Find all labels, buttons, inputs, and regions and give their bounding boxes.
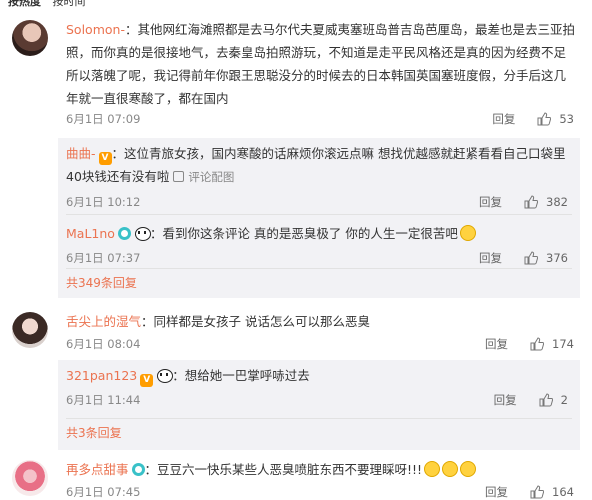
reply-item: 321pan123 V ：想给她一巴掌呼哧过去 6月1日 11:44 回复 2	[66, 364, 580, 414]
reply-text: ：看到你这条评论 真的是恶臭极了 你的人生一定很苦吧	[149, 226, 458, 241]
reply-actions: 回复 376	[479, 250, 568, 266]
reply-time: 6月1日 11:44	[66, 393, 141, 407]
kiss-emoji-icon	[460, 461, 477, 477]
comment-body: Solomon-：其他网红海滩照都是去马尔代夫夏威夷塞班岛普吉岛芭厘岛，最差也是…	[66, 18, 578, 110]
reply-body: 曲曲- V ：这位青旅女孩，国内寒酸的话麻烦你滚远点嘛 想找优越感就赶紧看看自己口袋…	[66, 142, 572, 189]
reply-item: MaL1no ：看到你这条评论 真的是恶臭极了 你的人生一定很苦吧 6月1日 07…	[66, 222, 580, 272]
username-link[interactable]: 曲曲-	[66, 146, 96, 161]
comment-body: 舌尖上的湿气：同样都是女孩子 说话怎么可以那么恶臭	[66, 310, 578, 333]
username-link[interactable]: MaL1no	[66, 226, 115, 241]
comment-time: 6月1日 07:45	[66, 485, 141, 499]
avatar[interactable]	[12, 312, 48, 348]
comment-actions: 回复 174	[485, 336, 574, 352]
vip-badge-icon: V	[98, 152, 112, 165]
like-count: 53	[559, 112, 574, 126]
reply-button[interactable]: 回复	[485, 336, 508, 352]
username-link[interactable]: 再多点甜事	[66, 462, 129, 477]
like-count: 164	[552, 485, 574, 499]
sort-time-tab[interactable]: 按时间	[53, 0, 86, 8]
reply-text: ：这位青旅女孩，国内寒酸的话麻烦你滚远点嘛 想找优越感就赶紧看看自己口袋里40块…	[66, 146, 566, 184]
verified-badge-icon	[131, 463, 145, 476]
comment-image-link[interactable]: 评论配图	[173, 170, 234, 184]
reply-button[interactable]: 回复	[479, 250, 502, 266]
thumbs-up-icon[interactable]	[537, 112, 552, 126]
reply-button[interactable]: 回复	[492, 111, 515, 127]
avatar[interactable]	[12, 460, 48, 496]
wink-emoji-icon	[442, 461, 459, 477]
more-replies-link[interactable]: 共3条回复	[66, 424, 122, 441]
comment-body: 再多点甜事 ：豆豆六一快乐某些人恶臭喷脏东西不要理睬呀!!!	[66, 458, 578, 481]
avatar[interactable]	[12, 20, 48, 56]
comment-text: ：豆豆六一快乐某些人恶臭喷脏东西不要理睬呀!!!	[144, 462, 423, 477]
comment-text: ：其他网红海滩照都是去马尔代夫夏威夷塞班岛普吉岛芭厘岛，最差也是去三亚拍照，而你…	[66, 22, 575, 106]
reply-item: 曲曲- V ：这位青旅女孩，国内寒酸的话麻烦你滚远点嘛 想找优越感就赶紧看看自己口袋…	[66, 142, 580, 210]
comment: 再多点甜事 ：豆豆六一快乐某些人恶臭喷脏东西不要理睬呀!!! 6月1日 07:45…	[0, 454, 592, 500]
smile-emoji-icon	[459, 225, 476, 241]
reply-button[interactable]: 回复	[494, 392, 517, 408]
panda-icon	[134, 226, 151, 241]
reply-box: 321pan123 V ：想给她一巴掌呼哧过去 6月1日 11:44 回复 2 共3…	[58, 360, 580, 450]
username-link[interactable]: Solomon-	[66, 22, 125, 37]
reply-body: MaL1no ：看到你这条评论 真的是恶臭极了 你的人生一定很苦吧	[66, 222, 572, 245]
username-link[interactable]: 321pan123	[66, 368, 137, 383]
sort-bar: 按热度 按时间	[8, 0, 94, 8]
comment-time: 6月1日 07:09	[66, 112, 141, 126]
like-count: 174	[552, 337, 574, 351]
divider	[66, 418, 572, 419]
divider	[66, 214, 572, 215]
thumbs-up-icon[interactable]	[524, 251, 539, 265]
divider	[66, 268, 572, 269]
reply-box: 曲曲- V ：这位青旅女孩，国内寒酸的话麻烦你滚远点嘛 想找优越感就赶紧看看自己口袋…	[58, 138, 580, 298]
thumbs-up-icon[interactable]	[530, 485, 545, 499]
reply-time: 6月1日 10:12	[66, 195, 141, 209]
like-count: 2	[560, 393, 568, 407]
grin-emoji-icon	[424, 461, 441, 477]
sort-hot-tab[interactable]: 按热度	[8, 0, 41, 8]
comment-actions: 回复 164	[485, 484, 574, 500]
comment-actions: 回复 53	[492, 111, 574, 127]
like-count: 376	[546, 251, 568, 265]
reply-actions: 回复 382	[479, 194, 568, 210]
reply-text: ：想给她一巴掌呼哧过去	[172, 368, 310, 383]
thumbs-up-icon[interactable]	[539, 393, 553, 407]
reply-button[interactable]: 回复	[479, 194, 502, 210]
comment-text: ：同样都是女孩子 说话怎么可以那么恶臭	[141, 314, 370, 329]
reply-body: 321pan123 V ：想给她一巴掌呼哧过去	[66, 364, 572, 387]
like-count: 382	[546, 195, 568, 209]
panda-icon	[156, 368, 174, 383]
reply-actions: 回复 2	[494, 392, 568, 408]
comment-time: 6月1日 08:04	[66, 337, 141, 351]
more-replies-link[interactable]: 共349条回复	[66, 274, 137, 291]
vip-badge-icon: V	[140, 374, 154, 387]
reply-time: 6月1日 07:37	[66, 251, 141, 265]
thumbs-up-icon[interactable]	[530, 337, 545, 351]
image-link-label: 评论配图	[188, 170, 235, 184]
username-link[interactable]: 舌尖上的湿气	[66, 314, 141, 329]
thumbs-up-icon[interactable]	[524, 195, 539, 209]
verified-badge-icon	[117, 227, 131, 240]
comment: 舌尖上的湿气：同样都是女孩子 说话怎么可以那么恶臭 6月1日 08:04 回复 …	[0, 306, 592, 456]
image-icon	[173, 171, 185, 182]
reply-button[interactable]: 回复	[485, 484, 508, 500]
